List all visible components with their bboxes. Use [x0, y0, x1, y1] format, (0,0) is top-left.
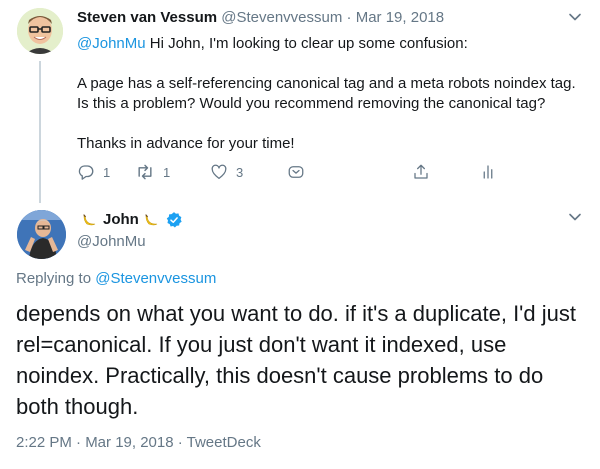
like-icon	[211, 164, 227, 180]
replying-to-line: Replying to @Stevenvvessum	[16, 269, 216, 289]
tweet1-separator: ·	[342, 9, 356, 26]
tweet1-paragraph-1: @JohnMu Hi John, I'm looking to clear up…	[77, 34, 587, 54]
analytics-button[interactable]	[479, 160, 497, 184]
tweet2-author-handle[interactable]: @JohnMu	[77, 232, 146, 252]
tweet1-line1-text: Hi John, I'm looking to clear up some co…	[145, 35, 468, 52]
tweet2-timestamp-source[interactable]: 2:22 PM · Mar 19, 2018 · TweetDeck	[16, 433, 261, 453]
replying-to-prefix: Replying to	[16, 270, 96, 287]
verified-badge-icon	[165, 211, 183, 229]
reply-count: 1	[103, 164, 111, 180]
tweet2-text: depends on what you want to do. if it's …	[16, 301, 576, 419]
tweet1-action-bar: 1 1 3	[77, 160, 517, 184]
replying-to-mention[interactable]: @Stevenvvessum	[95, 270, 216, 287]
chevron-down-icon[interactable]	[566, 208, 584, 226]
retweet-button[interactable]: 1	[135, 160, 170, 184]
retweet-icon	[138, 164, 152, 180]
tweet2-author-name-row[interactable]: John	[77, 210, 183, 230]
retweet-count: 1	[163, 164, 171, 180]
like-button[interactable]: 3	[210, 160, 243, 184]
thread-connector-line	[39, 61, 41, 203]
dm-icon	[288, 166, 304, 178]
analytics-icon	[483, 165, 493, 179]
banana-emoji-icon	[82, 212, 98, 228]
chevron-down-icon[interactable]	[566, 8, 584, 26]
banana-emoji-icon	[144, 212, 160, 228]
tweet1-text: @JohnMu Hi John, I'm looking to clear up…	[77, 34, 587, 154]
tweet1-header: Steven van Vessum @Stevenvvessum · Mar 1…	[77, 9, 444, 27]
tweet1-author-name[interactable]: Steven van Vessum	[77, 9, 217, 26]
avatar-steven[interactable]	[17, 8, 63, 54]
tweet1-paragraph-2: A page has a self-referencing canonical …	[77, 75, 576, 112]
tweet1-author-handle[interactable]: @Stevenvvessum	[221, 9, 342, 26]
reply-button[interactable]: 1	[77, 160, 110, 184]
reply-icon	[78, 165, 94, 180]
tweet1-paragraph-3: Thanks in advance for your time!	[77, 135, 295, 152]
like-count: 3	[236, 164, 244, 180]
mention-link[interactable]: @JohnMu	[77, 35, 146, 52]
avatar-john[interactable]	[17, 210, 66, 259]
tweet1-date[interactable]: Mar 19, 2018	[356, 9, 444, 26]
share-icon	[414, 164, 428, 179]
direct-message-button[interactable]	[287, 160, 305, 184]
share-button[interactable]	[412, 160, 430, 184]
tweet2-author-name[interactable]: John	[103, 210, 139, 230]
